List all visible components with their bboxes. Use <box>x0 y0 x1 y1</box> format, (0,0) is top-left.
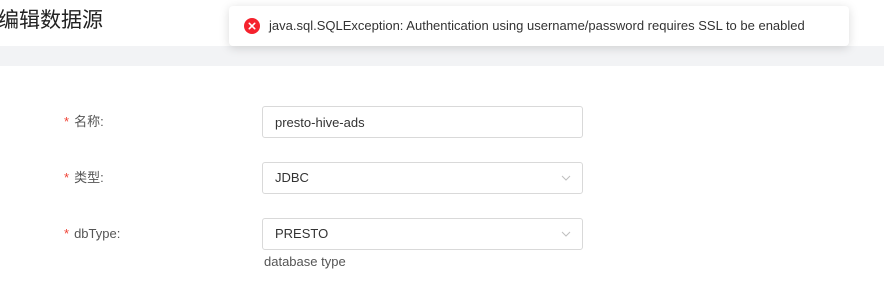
type-label-text: 类型: <box>74 170 104 185</box>
type-label: * 类型: <box>64 162 104 194</box>
required-mark: * <box>64 226 70 241</box>
form-container: * 名称: * 类型: JDBC * dbType: PRESTO database … <box>0 66 884 285</box>
dbtype-help-text: database type <box>264 254 346 269</box>
error-message: java.sql.SQLException: Authentication us… <box>269 18 805 33</box>
dbtype-select[interactable]: PRESTO <box>262 218 583 250</box>
required-mark: * <box>64 114 70 129</box>
form-row-dbtype: * dbType: PRESTO <box>0 218 884 250</box>
header-divider <box>0 46 884 66</box>
form-row-type: * 类型: JDBC <box>0 162 884 194</box>
name-input-wrapper <box>262 106 583 138</box>
error-toast: java.sql.SQLException: Authentication us… <box>229 6 849 46</box>
dbtype-label: * dbType: <box>64 218 120 250</box>
dbtype-select-value: PRESTO <box>275 226 329 241</box>
name-label-text: 名称: <box>74 114 104 129</box>
chevron-down-icon <box>561 175 571 181</box>
name-input[interactable] <box>263 107 565 137</box>
form-row-name: * 名称: <box>0 106 884 138</box>
required-mark: * <box>64 170 70 185</box>
dbtype-label-text: dbType: <box>74 226 121 241</box>
page-title: 编辑数据源 <box>0 8 103 32</box>
name-label: * 名称: <box>64 106 104 138</box>
type-select[interactable]: JDBC <box>262 162 583 194</box>
error-circle-icon <box>244 18 260 34</box>
chevron-down-icon <box>561 231 571 237</box>
type-select-value: JDBC <box>275 170 309 185</box>
